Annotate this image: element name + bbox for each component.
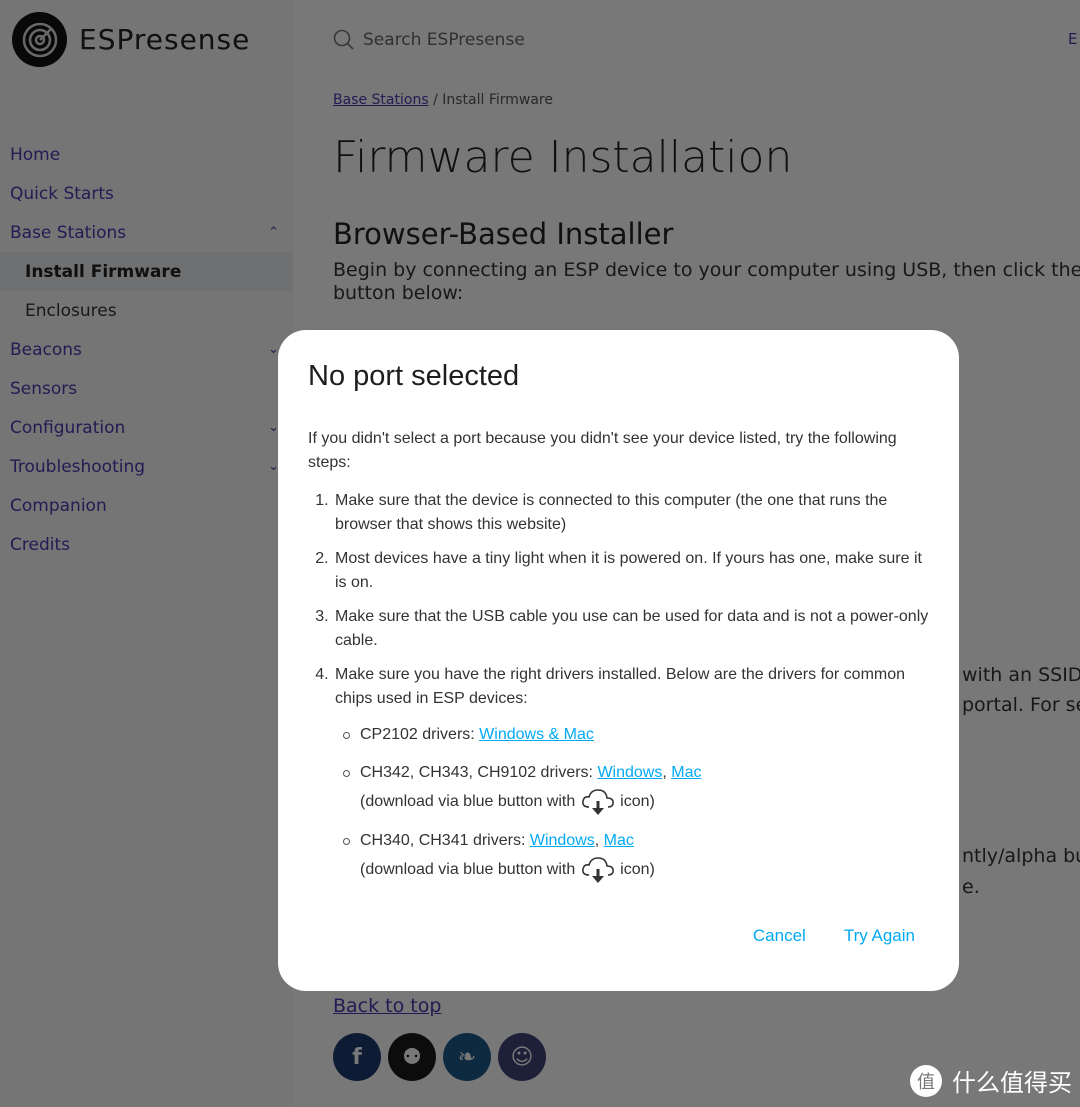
cancel-button[interactable]: Cancel [753,926,806,946]
try-again-button[interactable]: Try Again [844,926,915,946]
sidebar-item-label: Home [10,144,61,165]
sidebar-item-beacons[interactable]: Beacons ⌄ [0,330,293,369]
lead-text-2: button below: [333,282,464,304]
dialog-intro: If you didn't select a port because you … [308,430,897,471]
driver-label: CH340, CH341 drivers: [360,832,530,849]
step-item: Make sure that the USB cable you use can… [333,605,929,653]
brand-logo[interactable]: ESPresense [12,12,250,67]
driver-note: icon) [615,861,655,879]
no-port-dialog: No port selected If you didn't select a … [278,330,959,991]
dialog-actions: Cancel Try Again [753,926,915,946]
cloud-download-icon [581,789,614,815]
sidebar-item-configuration[interactable]: Configuration ⌄ [0,408,293,447]
breadcrumb: Base Stations / Install Firmware [333,92,1080,108]
sidebar-item-base-stations[interactable]: Base Stations ⌃ [0,213,293,252]
sidebar-item-label: Troubleshooting [10,456,146,477]
step-item: Make sure that the device is connected t… [333,489,929,537]
breadcrumb-current: Install Firmware [442,92,553,108]
sidebar-item-label: Configuration [10,417,126,438]
page-title: Firmware Installation [333,132,793,183]
sidebar-item-companion[interactable]: Companion [0,486,293,525]
discord-icon[interactable]: ☺ [498,1033,546,1081]
steps-list: Make sure that the device is connected t… [308,489,929,885]
sidebar-item-label: Beacons [10,339,82,360]
separator: , [662,764,672,781]
section-heading: Browser-Based Installer [333,217,674,251]
driver-label: CH342, CH343, CH9102 drivers: [360,764,598,781]
github-icon[interactable]: ⚉ [388,1033,436,1081]
body-text: e. [962,876,980,898]
watermark-logo-icon: 值 [910,1064,942,1097]
sidebar-item-sensors[interactable]: Sensors [0,369,293,408]
sidebar-item-label: Credits [10,534,70,555]
driver-note: (download via blue button with [360,861,580,879]
search-input[interactable]: Search ESPresense [293,4,945,75]
body-text: ntly/alpha bu [962,845,1080,867]
breadcrumb-link[interactable]: Base Stations [333,92,429,108]
main-content: Base Stations / Install Firmware Firmwar… [333,92,1080,305]
search-icon [333,29,354,50]
windows-mac-link[interactable]: Windows & Mac [479,726,594,743]
sidebar-item-quick-starts[interactable]: Quick Starts [0,174,293,213]
search-placeholder: Search ESPresense [363,29,525,50]
watermark-text: 什么值得买 [952,1069,1072,1097]
driver-item: CH340, CH341 drivers: Windows, Mac (down… [335,827,929,885]
body-text: with an SSID b [962,664,1080,686]
windows-link[interactable]: Windows [530,832,595,849]
sidebar-item-label: Base Stations [10,222,127,243]
sidebar-item-label: Companion [10,495,107,516]
drivers-list: CP2102 drivers: Windows & Mac CH342, CH3… [335,721,929,885]
step-item: Make sure you have the right drivers ins… [333,663,929,885]
mac-link[interactable]: Mac [604,832,634,849]
body-text: portal. For set [962,694,1080,716]
twitter-icon[interactable]: ❧ [443,1033,491,1081]
brand-name: ESPresense [79,23,251,56]
dialog-title: No port selected [308,360,520,392]
step-text: Make sure you have the right drivers ins… [335,666,906,707]
sidebar-item-enclosures[interactable]: Enclosures [0,291,293,330]
driver-note: (download via blue button with [360,793,580,811]
sidebar: ESPresense Home Quick Starts Base Statio… [0,0,293,1107]
sidebar-item-install-firmware[interactable]: Install Firmware [0,252,293,291]
radar-logo-icon [12,12,67,67]
sidebar-item-credits[interactable]: Credits [0,525,293,564]
social-links: f ⚉ ❧ ☺ [333,1033,546,1081]
watermark: 值 什么值得买 [910,1063,1072,1098]
sidebar-nav: Home Quick Starts Base Stations ⌃ Install… [0,135,293,564]
back-to-top-link[interactable]: Back to top [333,995,441,1017]
windows-link[interactable]: Windows [597,764,662,781]
sidebar-item-label: Enclosures [25,300,117,321]
step-item: Most devices have a tiny light when it i… [333,547,929,595]
breadcrumb-separator: / [433,92,438,108]
driver-label: CP2102 drivers: [360,726,480,743]
cloud-download-icon [581,857,614,883]
mac-link[interactable]: Mac [671,764,701,781]
sidebar-item-label: Install Firmware [25,261,182,282]
sidebar-item-home[interactable]: Home [0,135,293,174]
separator: , [594,832,604,849]
chevron-up-icon[interactable]: ⌃ [268,225,279,240]
facebook-icon[interactable]: f [333,1033,381,1081]
sidebar-item-troubleshooting[interactable]: Troubleshooting ⌄ [0,447,293,486]
sidebar-item-label: Sensors [10,378,78,399]
driver-note: icon) [615,793,655,811]
sidebar-item-label: Quick Starts [10,183,114,204]
driver-item: CP2102 drivers: Windows & Mac [335,721,929,749]
driver-item: CH342, CH343, CH9102 drivers: Windows, M… [335,759,929,817]
topbar-link[interactable]: E [1068,30,1077,48]
lead-text: Begin by connecting an ESP device to you… [333,259,1080,281]
